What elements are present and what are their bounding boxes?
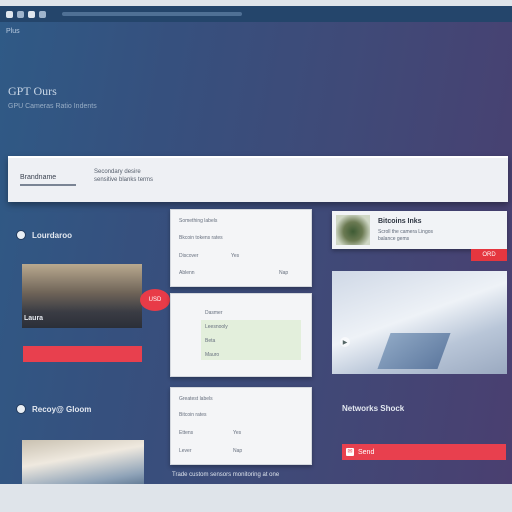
send-icon: ✉ — [346, 448, 354, 456]
panel-row-label: Ettens — [179, 430, 194, 436]
active-tab[interactable] — [62, 12, 242, 16]
image-caption: Laura — [24, 315, 44, 322]
feature-image-2[interactable] — [22, 440, 144, 484]
panel-row-label: Mauro — [205, 352, 220, 358]
send-button-label: Send — [358, 448, 375, 456]
product-card[interactable]: Bitcoins Inks Scroll the camera Lingos b… — [332, 211, 507, 261]
panel-row-value: Yes — [231, 253, 240, 259]
panel-row-label: Discover — [179, 253, 199, 259]
product-title: Bitcoins Inks — [378, 218, 422, 225]
forward-icon[interactable] — [17, 10, 24, 18]
address-bar[interactable]: Plus — [6, 28, 20, 35]
home-icon[interactable] — [39, 10, 46, 18]
section-title: Lourdaroo — [32, 230, 72, 240]
info-panel-a: Something labels Bkcoin tokens rates Dis… — [170, 209, 312, 287]
panel-row-label: Lever — [179, 448, 192, 454]
section-heading-3: Networks Shock — [342, 404, 405, 413]
page-subtitle: GPU Cameras Ratio Indents — [8, 103, 97, 110]
panel-row-label: Dasmer — [205, 310, 223, 316]
section-heading-2: Recoy@ Gloom — [16, 404, 91, 414]
panel-row-value: Nap — [233, 448, 243, 454]
primary-action-button[interactable] — [23, 346, 142, 362]
product-thumbnail — [336, 215, 370, 245]
section-title: Recoy@ Gloom — [32, 404, 92, 414]
product-description: Scroll the camera Lingos balance gems — [378, 229, 434, 242]
info-panel-c: Greatest labels Bitcoin rates Ettens Yes… — [170, 387, 312, 465]
product-tag[interactable]: ORD — [471, 249, 507, 261]
play-icon[interactable]: ▶ — [340, 337, 350, 347]
banner-description: Secondary desire sensitive blanks terms — [94, 169, 154, 183]
browser-window: Plus GPT Ours GPU Cameras Ratio Indents … — [0, 6, 512, 484]
info-panel-b: Dasmer Leesnooly Beta Mauro — [170, 293, 312, 377]
section-icon — [16, 230, 26, 240]
panel-row-value: Yes — [233, 430, 242, 436]
reload-icon[interactable] — [28, 10, 35, 18]
header-banner: Brandname Secondary desire sensitive bla… — [8, 156, 508, 202]
section-icon — [16, 404, 26, 414]
panel-row-label: Ablenn — [179, 270, 195, 276]
hero-photo[interactable]: ▶ — [332, 271, 507, 374]
panel-row-label: Beta — [205, 338, 216, 344]
footer-note: Trade custom sensors monitoring at one — [172, 472, 280, 478]
panel-row-label: Greatest labels — [179, 396, 213, 402]
panel-row-label: Bkcoin tokens rates — [179, 235, 223, 241]
panel-row-label: Bitcoin rates — [179, 412, 207, 418]
back-icon[interactable] — [6, 10, 13, 18]
panel-row-label: Leesnooly — [205, 324, 228, 330]
send-button[interactable]: ✉ Send — [342, 444, 506, 460]
tab-strip — [0, 6, 512, 22]
panel-row-label: Something labels — [179, 218, 218, 224]
page-title: GPT Ours — [8, 84, 57, 98]
panel-row-value: Nap — [279, 270, 289, 276]
laptop-image — [377, 333, 451, 369]
feature-image[interactable]: Laura — [22, 264, 142, 328]
brand-name[interactable]: Brandname — [20, 174, 77, 186]
price-badge[interactable]: USD — [140, 289, 170, 311]
section-heading-1: Lourdaroo — [16, 230, 72, 240]
